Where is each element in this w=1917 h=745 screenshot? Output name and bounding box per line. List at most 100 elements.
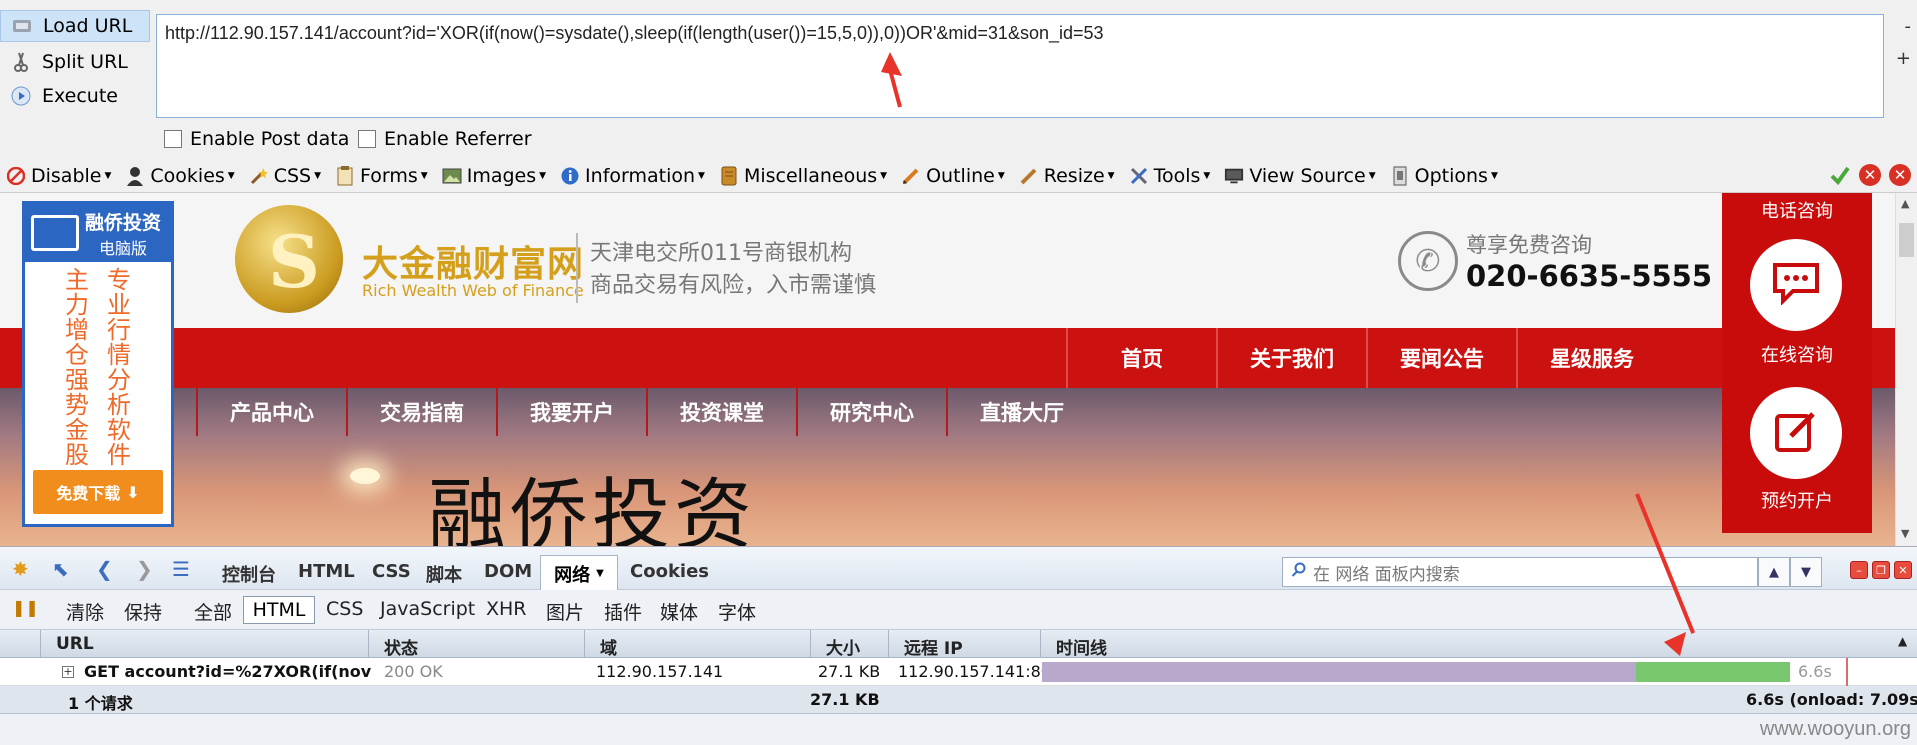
menu-images[interactable]: Images ▼ [442,165,546,187]
menu-options[interactable]: Options ▼ [1390,165,1498,187]
filter-html[interactable]: HTML [243,596,315,624]
expand-icon[interactable]: + [62,666,74,678]
filter-clear[interactable]: 清除 [66,598,104,625]
tab-html[interactable]: HTML [298,561,355,582]
free-download-button[interactable]: 免费下载 ⬇ [33,470,163,514]
col-url[interactable]: URL [56,634,94,654]
nav-investment-class[interactable]: 投资课堂 [646,388,796,436]
detach-icon[interactable]: ❐ [1872,561,1890,579]
menu-tools[interactable]: Tools ▼ [1129,165,1210,187]
filter-xhr[interactable]: XHR [486,598,527,620]
filter-plugins[interactable]: 插件 [604,598,642,625]
filter-all[interactable]: 全部 [194,598,232,625]
close-icon[interactable]: ✕ [1894,561,1912,579]
shrink-button[interactable]: - [1905,16,1912,37]
browser-viewport: S 大金融财富网 Rich Wealth Web of Finance 天津电交… [0,192,1917,546]
menu-information[interactable]: Information ▼ [560,165,705,187]
nav-live-hall[interactable]: 直播大厅 [946,388,1096,436]
nav-open-account[interactable]: 我要开户 [496,388,646,436]
filter-media[interactable]: 媒体 [660,598,698,625]
execute-button[interactable]: Execute [0,80,150,112]
banner-title: 融侨投资 [428,471,757,546]
filter-fonts[interactable]: 字体 [718,598,756,625]
tab-cookies[interactable]: Cookies [630,561,709,582]
filter-images[interactable]: 图片 [546,598,584,625]
logo-dragon-icon: S [268,219,320,304]
filter-persist[interactable]: 保持 [124,598,162,625]
slogan-line-1: 天津电交所011号商银机构 [590,241,852,266]
column-separator [584,630,585,658]
col-domain[interactable]: 域 [600,634,617,659]
page-scrollbar[interactable]: ▲ ▼ [1895,193,1917,546]
nav-home[interactable]: 首页 [1066,328,1216,388]
tab-console[interactable]: 控制台 [222,561,276,587]
command-line-icon[interactable]: ☰ [172,557,190,581]
table-row[interactable]: + GET account?id=%27XOR(if(nov 200 OK 11… [0,658,1917,686]
annotation-arrow-head [1664,632,1686,656]
nav-trading-guide[interactable]: 交易指南 [346,388,496,436]
close-warning-icon[interactable]: ✕ [1889,164,1911,186]
online-consult-button[interactable] [1750,239,1842,331]
monitor-icon [31,215,79,251]
inspect-pointer-icon[interactable]: ⬉ [52,557,69,581]
nav-products[interactable]: 产品中心 [196,388,346,436]
column-separator [888,630,889,658]
tab-css[interactable]: CSS [372,561,411,582]
menu-cookies[interactable]: Cookies ▼ [125,165,235,187]
net-table-header: URL 状态 域 大小 远程 IP 时间线 ▲ [0,630,1917,659]
contact-sidebar: 电话咨询 在线咨询 预约开户 [1722,193,1872,533]
chat-bubble-icon [1771,261,1821,310]
firebug-bug-icon[interactable]: ✸ [12,557,29,581]
request-url[interactable]: GET account?id=%27XOR(if(nov [84,662,371,681]
nav-star-service[interactable]: 星级服务 [1516,328,1666,388]
scroll-down-icon[interactable]: ▼ [1901,527,1909,540]
menu-miscellaneous[interactable]: Miscellaneous ▼ [719,165,887,187]
load-url-button[interactable]: Load URL [0,10,150,42]
book-account-button[interactable] [1750,387,1842,479]
filter-css[interactable]: CSS [326,598,363,620]
enable-referrer-box[interactable] [358,130,376,148]
menu-view-source[interactable]: View Source ▼ [1224,165,1376,187]
col-remote-ip[interactable]: 远程 IP [904,634,963,659]
nav-news[interactable]: 要闻公告 [1366,328,1516,388]
menu-miscellaneous-label: Miscellaneous [743,165,878,187]
xhr-breakpoint-icon[interactable]: ❚❚ [12,598,39,617]
enable-referrer-checkbox[interactable]: Enable Referrer [358,128,532,150]
col-size[interactable]: 大小 [826,634,860,659]
disable-icon [6,166,26,186]
scroll-up-icon[interactable]: ▲ [1901,197,1909,210]
tab-net[interactable]: 网络 ▼ [540,555,618,591]
phone-consult-label[interactable]: 电话咨询 [1722,197,1872,223]
split-url-button[interactable]: Split URL [0,46,150,78]
col-timeline[interactable]: 时间线 [1056,634,1107,659]
menu-resize[interactable]: Resize ▼ [1019,165,1115,187]
dropdown-arrow-icon: ▼ [314,171,322,181]
menu-disable[interactable]: Disable ▼ [6,165,111,187]
minimize-icon[interactable]: – [1850,561,1868,579]
col-status[interactable]: 状态 [384,634,418,659]
scrollbar-thumb[interactable] [1899,223,1914,257]
forward-arrow-icon[interactable]: ❯ [136,557,153,581]
enable-post-checkbox[interactable]: Enable Post data [164,128,349,150]
sort-up-icon[interactable]: ▲ [1898,634,1907,648]
grow-button[interactable]: + [1896,48,1911,69]
filter-html-label: HTML [252,599,306,621]
back-arrow-icon[interactable]: ❮ [96,557,113,581]
url-textarea[interactable]: http://112.90.157.141/account?id='XOR(if… [156,14,1884,118]
menu-forms[interactable]: Forms ▼ [335,165,428,187]
check-icon[interactable] [1829,164,1851,191]
close-error-icon[interactable]: ✕ [1859,164,1881,186]
enable-post-box[interactable] [164,130,182,148]
dropdown-arrow-icon: ▼ [420,171,428,181]
nav-research[interactable]: 研究中心 [796,388,946,436]
menu-css[interactable]: CSS ▼ [249,165,321,187]
tab-dom[interactable]: DOM [484,561,532,582]
tab-script[interactable]: 脚本 [426,561,462,587]
net-search-input[interactable]: 在 网络 面板内搜索 [1282,557,1758,587]
filter-javascript[interactable]: JavaScript [380,598,475,620]
menu-outline[interactable]: Outline ▼ [901,165,1005,187]
nav-about[interactable]: 关于我们 [1216,328,1366,388]
search-prev-button[interactable]: ▲ [1758,557,1790,587]
desktop-app-ad[interactable]: 融侨投资 电脑版 主 力 增 仓 强 势 金 股 专 业 行 情 分 析 软 件… [22,201,174,527]
search-next-button[interactable]: ▼ [1790,557,1822,587]
